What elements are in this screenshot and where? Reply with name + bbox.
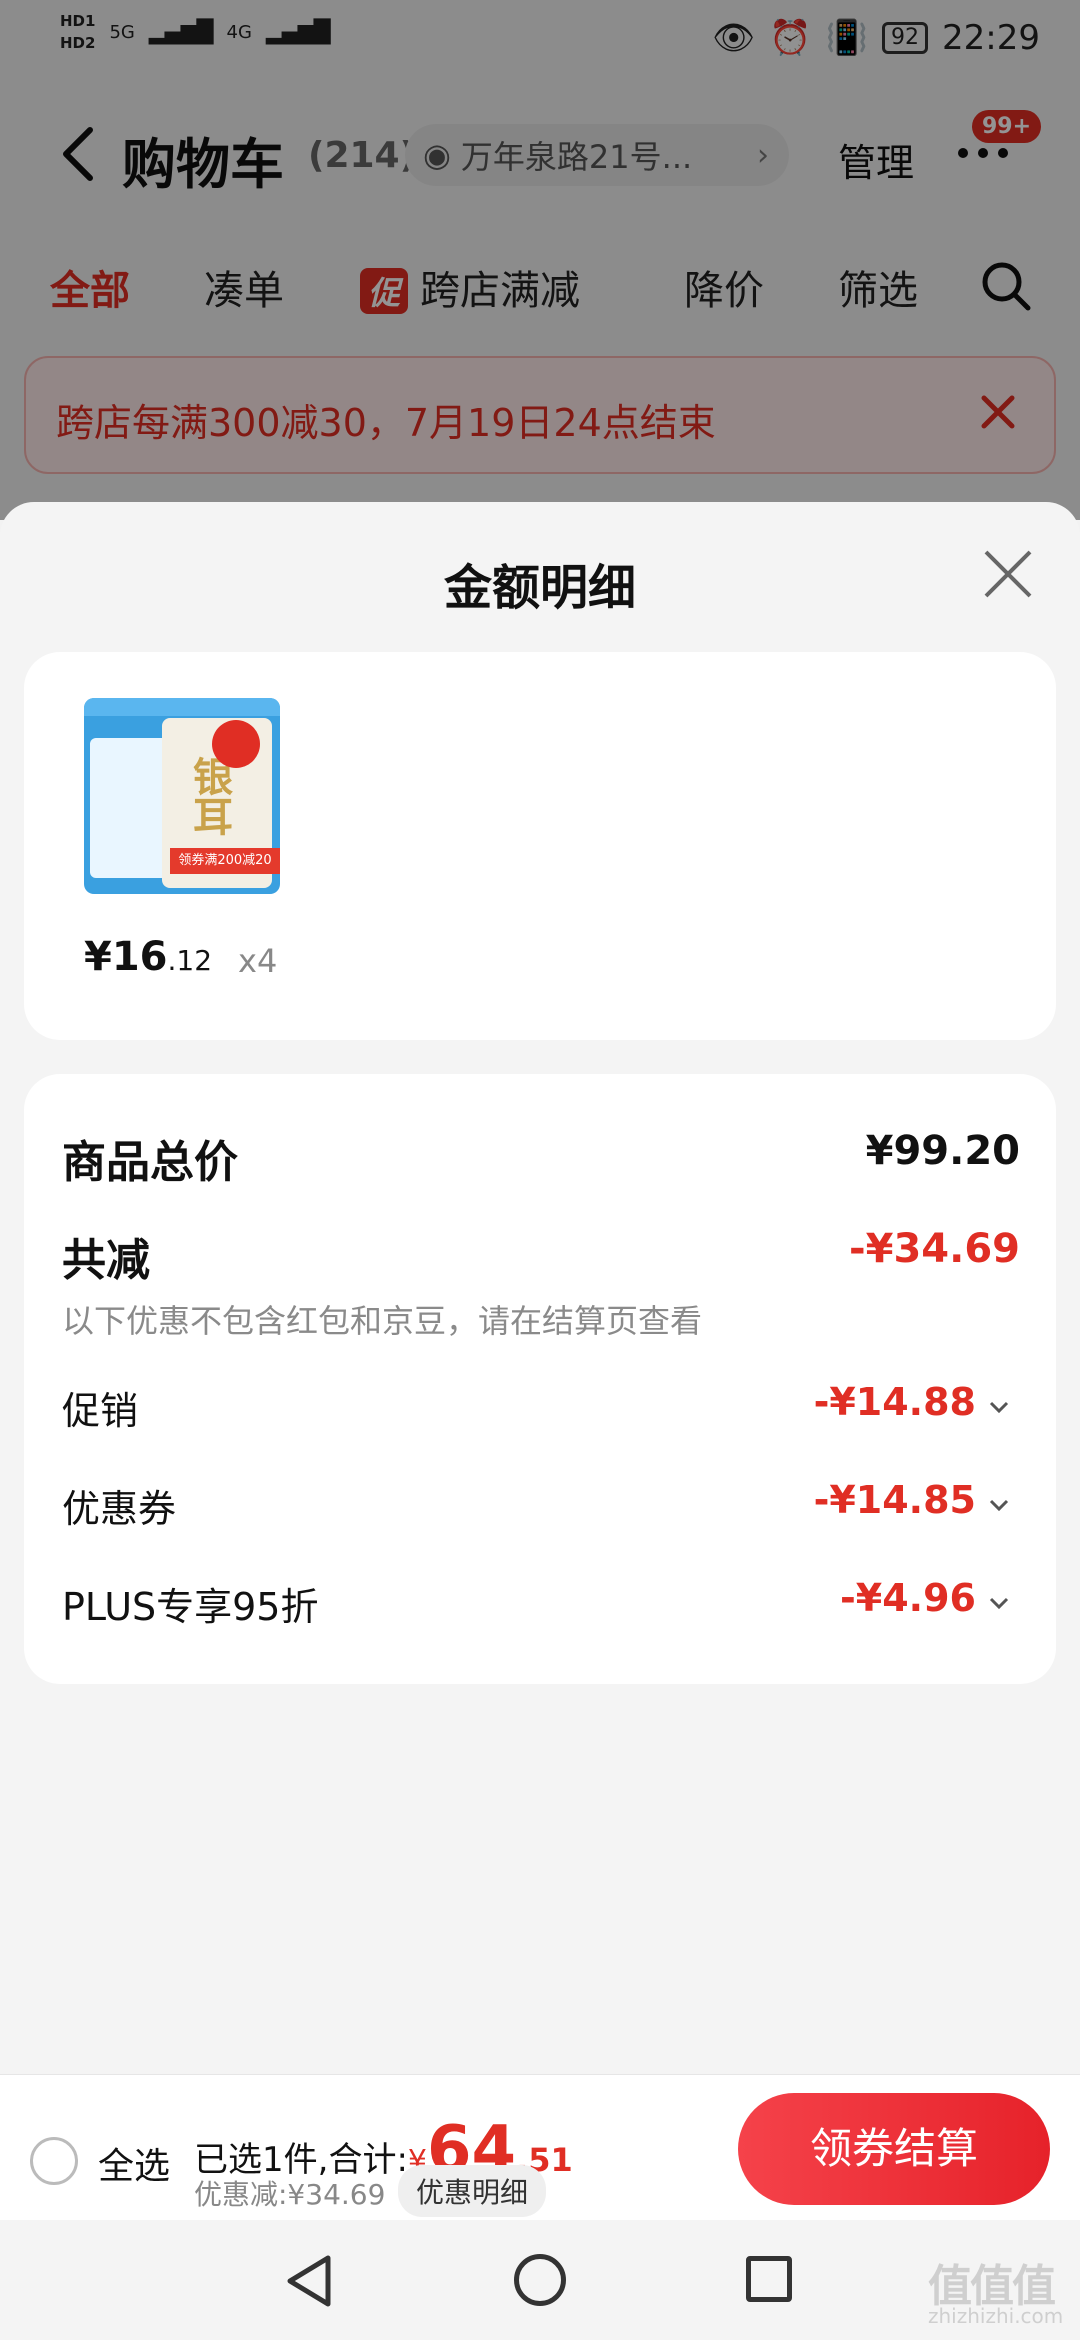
product-quantity: x4 <box>238 942 278 980</box>
reduce-value: -¥34.69 <box>849 1226 1020 1272</box>
amount-detail-sheet: 金额明细 银耳 领券满200减20 ¥16.12 x4 商品总价 ¥99.20 … <box>0 502 1080 2074</box>
chevron-down-icon <box>989 1499 1009 1512</box>
discount-value: -¥14.85 <box>813 1478 976 1522</box>
product-price-main: ¥16 <box>84 934 168 980</box>
image-strip <box>84 698 280 716</box>
checkout-button[interactable]: 领券结算 <box>738 2093 1050 2205</box>
product-price-cents: .12 <box>167 944 213 977</box>
select-all-label[interactable]: 全选 <box>98 2137 170 2189</box>
total-label: 商品总价 <box>62 1137 238 1188</box>
reduce-label: 共减 <box>62 1235 150 1286</box>
total-value: ¥99.20 <box>865 1128 1020 1174</box>
image-ribbon: 领券满200减20 <box>170 848 280 874</box>
discount-note: 以下优惠不包含红包和京豆，请在结算页查看 <box>62 1302 703 1340</box>
discount-label: 促销 <box>62 1389 139 1433</box>
image-bag-text: 银耳 <box>186 756 232 836</box>
discount-value: -¥14.88 <box>813 1380 976 1424</box>
product-image[interactable]: 银耳 领券满200减20 <box>84 698 280 894</box>
close-icon[interactable] <box>982 548 1034 600</box>
discount-label: 优惠券 <box>62 1487 177 1531</box>
select-all-radio[interactable] <box>30 2137 78 2185</box>
discount-label: PLUS专享95折 <box>62 1585 319 1629</box>
checkout-bar: 全选 已选1件,合计:¥64.51 优惠减:¥34.69 优惠明细 领券结算 <box>0 2074 1080 2220</box>
chevron-down-icon <box>989 1597 1009 1610</box>
watermark-domain: zhizhizhi.com <box>928 2304 1064 2328</box>
modal-overlay[interactable] <box>0 0 1080 520</box>
nav-recent-icon[interactable] <box>746 2256 792 2302</box>
discount-detail-button[interactable]: 优惠明细 <box>398 2165 547 2217</box>
product-card: 银耳 领券满200减20 ¥16.12 x4 <box>24 652 1056 1040</box>
discount-value: -¥4.96 <box>840 1576 976 1620</box>
product-price: ¥16.12 <box>84 934 212 980</box>
sheet-title: 金额明细 <box>443 560 636 616</box>
system-nav-bar: 值值值 zhizhizhi.com <box>0 2220 1080 2340</box>
nav-home-icon[interactable] <box>514 2254 566 2306</box>
discount-summary: 优惠减:¥34.69 <box>194 2178 386 2211</box>
chevron-down-icon <box>989 1401 1009 1414</box>
image-promo-panel <box>90 738 168 878</box>
nav-back-icon[interactable] <box>284 2254 334 2308</box>
price-summary-card: 商品总价 ¥99.20 共减 -¥34.69 以下优惠不包含红包和京豆，请在结算… <box>24 1074 1056 1684</box>
checkmark-icon <box>212 720 260 768</box>
